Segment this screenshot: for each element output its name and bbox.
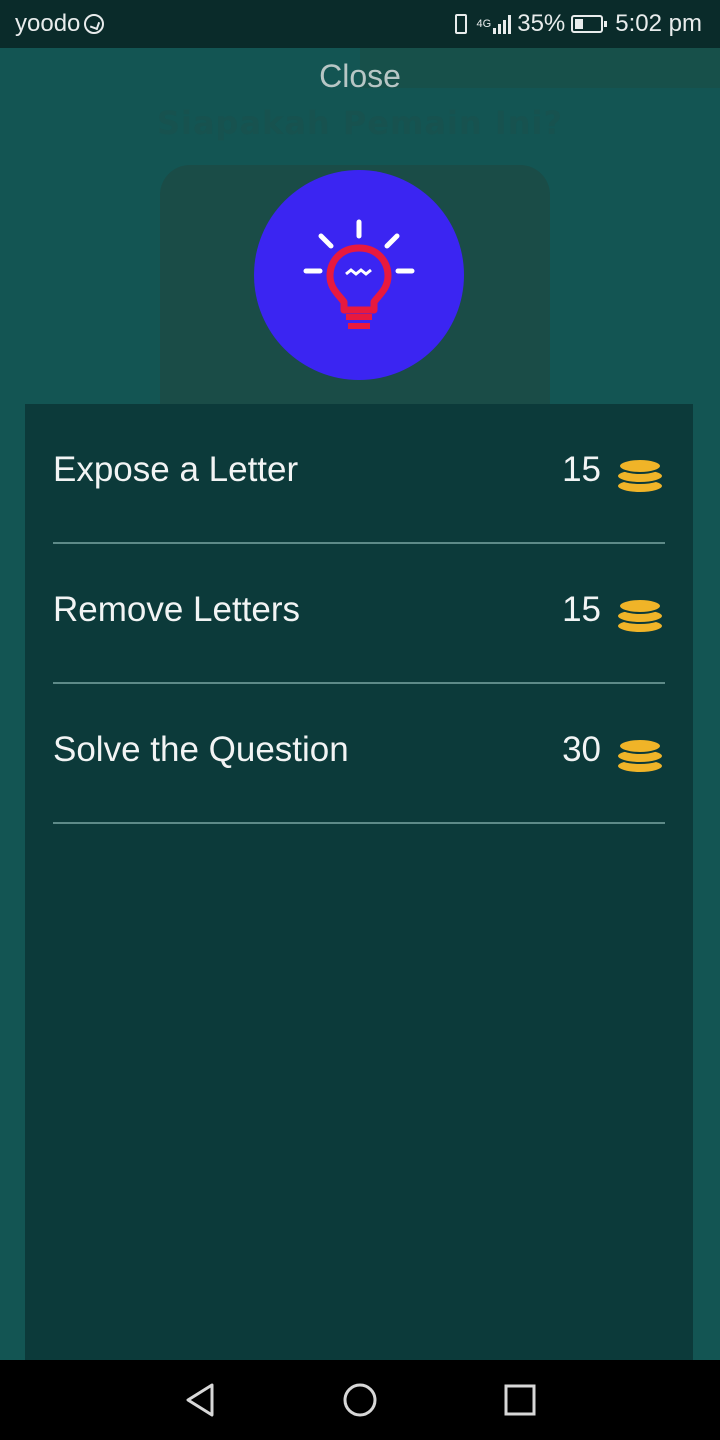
option-cost: 30: [562, 730, 601, 769]
option-remove-letters[interactable]: Remove Letters 15: [53, 544, 665, 684]
battery-icon: [571, 15, 608, 33]
network-type: 4G: [476, 17, 492, 30]
vibrate-icon: [454, 14, 467, 34]
whatsapp-icon: [84, 14, 105, 34]
navigation-bar: [0, 1360, 720, 1440]
option-cost: 15: [562, 590, 601, 629]
hint-badge: [254, 170, 464, 380]
option-expose-letter[interactable]: Expose a Letter 15: [53, 404, 665, 544]
back-triangle-icon[interactable]: [180, 1380, 220, 1420]
option-label: Expose a Letter: [53, 450, 299, 489]
home-circle-icon[interactable]: [340, 1380, 380, 1420]
option-label: Remove Letters: [53, 590, 301, 629]
battery-percent: 35%: [517, 10, 566, 37]
screen: Siapakah Pemain Ini? yoodo 4G 35% 5:02 p…: [0, 0, 720, 1440]
status-right: 4G 35% 5:02 pm: [454, 10, 702, 38]
recents-square-icon[interactable]: [500, 1380, 540, 1420]
battery-fill: [575, 19, 584, 29]
carrier-name: yoodo: [15, 10, 81, 37]
coins-icon: [616, 458, 664, 494]
option-label: Solve the Question: [53, 730, 349, 769]
coins-icon: [616, 738, 664, 774]
close-button[interactable]: Close: [0, 58, 720, 95]
hint-options-panel: Expose a Letter 15 Remove Letters 15 Sol…: [25, 404, 693, 1360]
option-solve-question[interactable]: Solve the Question 30: [53, 684, 665, 824]
signal-icon: [493, 14, 512, 34]
status-bar: yoodo 4G 35% 5:02 pm: [0, 0, 720, 48]
lightbulb-icon: [303, 219, 415, 329]
divider: [53, 822, 665, 824]
background-title: Siapakah Pemain Ini?: [156, 104, 564, 142]
option-cost: 15: [562, 450, 601, 489]
clock: 5:02 pm: [615, 10, 702, 37]
status-left: yoodo: [15, 10, 105, 38]
coins-icon: [616, 598, 664, 634]
